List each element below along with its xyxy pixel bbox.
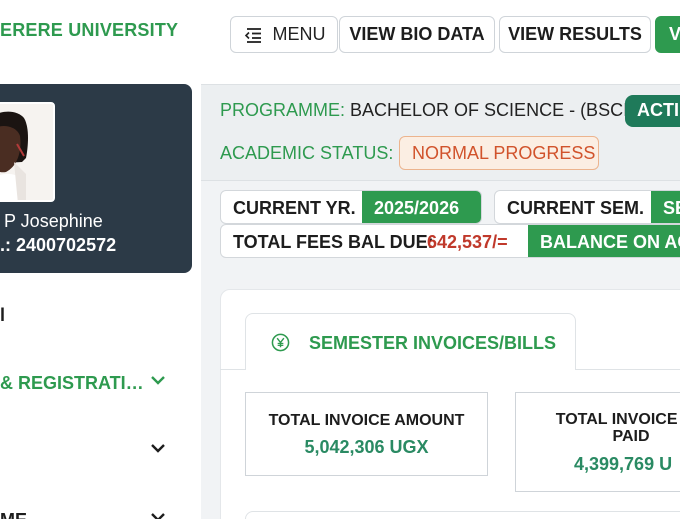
chevron-down-icon [151, 444, 165, 453]
sidebar-item-label: ME [0, 510, 27, 519]
programme-info-panel: PROGRAMME: BACHELOR OF SCIENCE - (BSCI) … [201, 84, 680, 181]
yen-circle-icon [271, 333, 290, 352]
total-paid-label-line1: TOTAL INVOICE AM [555, 411, 680, 428]
view-results-button[interactable]: VIEW RESULTS [499, 16, 651, 53]
academic-status-row: ACADEMIC STATUS: [220, 143, 393, 164]
academic-status-badge: NORMAL PROGRESS [399, 136, 599, 170]
student-photo [0, 102, 55, 202]
current-semester-pill: CURRENT SEM. SE [494, 190, 680, 224]
sidebar-item-3[interactable] [0, 436, 201, 466]
fees-balance-pill: TOTAL FEES BAL DUE: 642,537/= BALANCE ON… [220, 224, 680, 258]
total-paid-label: TOTAL INVOICE AM PAID [546, 411, 680, 445]
chevron-down-icon [151, 376, 165, 385]
sidebar-item-label: & REGISTRATI… [0, 373, 144, 393]
sidebar-item-registration[interactable]: & REGISTRATI… [0, 368, 201, 398]
sidebar-item-label: l [0, 305, 6, 325]
sidebar-item-1[interactable]: l [0, 300, 201, 330]
student-portal-page: ERERE UNIVERSITY MENU VIEW BIO DATA VIEW… [0, 0, 680, 519]
tab-label: SEMESTER INVOICES/BILLS [309, 333, 557, 353]
current-semester-label: CURRENT SEM. [507, 198, 645, 218]
balance-on-account: BALANCE ON AC [528, 225, 680, 257]
current-semester-value: SE [651, 191, 680, 223]
sidebar-item-4[interactable]: ME [0, 505, 201, 519]
academic-status-label: ACADEMIC STATUS: [220, 143, 394, 163]
programme-row: PROGRAMME: BACHELOR OF SCIENCE - (BSCI) [220, 100, 634, 121]
menu-button[interactable]: MENU [230, 16, 338, 53]
total-invoice-amount-box: TOTAL INVOICE AMOUNT 5,042,306 UGX [245, 392, 488, 476]
menu-label: MENU [272, 24, 326, 44]
total-invoice-value: 5,042,306 UGX [304, 437, 429, 457]
university-name: ERERE UNIVERSITY [0, 20, 179, 40]
next-card-edge [245, 511, 680, 519]
green-action-button[interactable]: V [655, 16, 680, 53]
menu-collapse-icon [244, 27, 261, 43]
fees-balance-label: TOTAL FEES BAL DUE: [233, 232, 434, 252]
total-paid-value: 4,399,769 U [574, 454, 673, 474]
chevron-down-icon [151, 513, 165, 519]
stats-area: CURRENT YR. 2025/2026 CURRENT SEM. SE TO… [201, 182, 680, 268]
registration-number: .: 2400702572 [0, 235, 117, 255]
total-invoice-label: TOTAL INVOICE AMOUNT [268, 412, 465, 429]
fees-balance-value: 642,537/= [427, 232, 508, 252]
current-year-value: 2025/2026 [362, 191, 481, 223]
total-invoice-paid-box: TOTAL INVOICE AM PAID 4,399,769 U [515, 392, 680, 492]
top-bar: ERERE UNIVERSITY MENU VIEW BIO DATA VIEW… [0, 0, 680, 84]
tab-semester-invoices[interactable]: SEMESTER INVOICES/BILLS [245, 313, 576, 370]
current-year-label: CURRENT YR. [233, 198, 356, 218]
programme-value: BACHELOR OF SCIENCE - (BSCI) [350, 100, 635, 120]
current-year-pill: CURRENT YR. 2025/2026 [220, 190, 482, 224]
programme-label: PROGRAMME: [220, 100, 346, 120]
student-portrait-icon [0, 104, 53, 200]
total-paid-label-line2: PAID [612, 428, 650, 445]
view-bio-data-button[interactable]: VIEW BIO DATA [339, 16, 495, 53]
student-name: P Josephine [4, 211, 103, 231]
status-badge: ACTI [625, 95, 680, 127]
